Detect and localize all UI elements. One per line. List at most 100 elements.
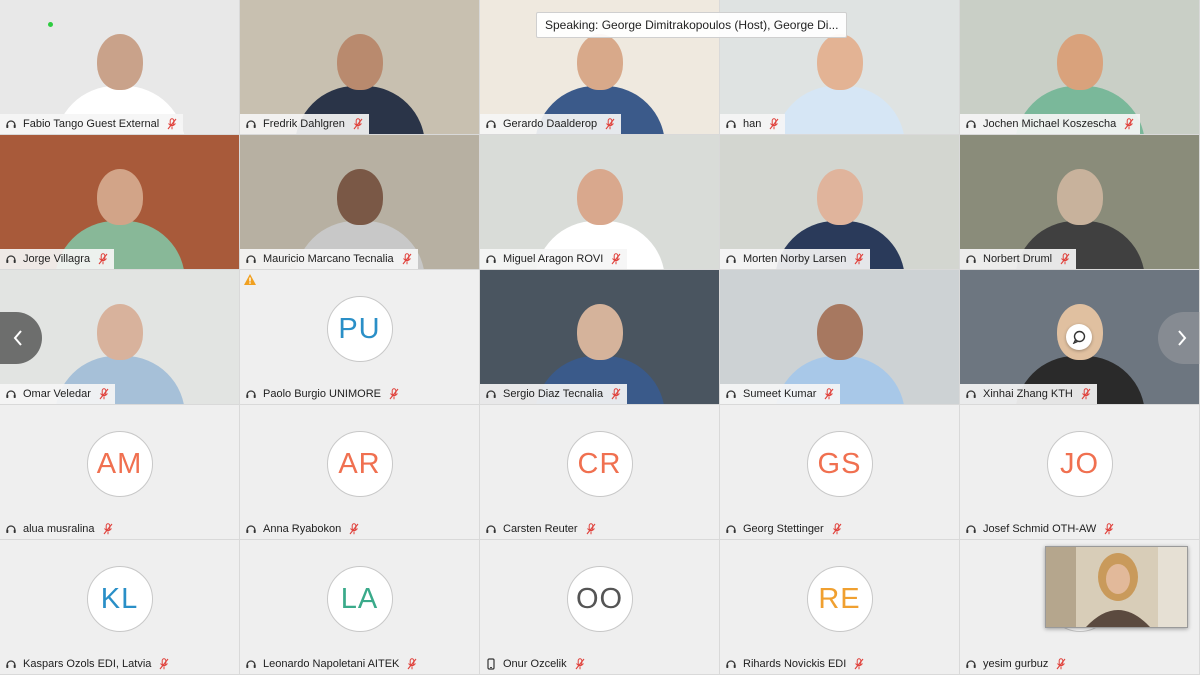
headset-icon: [246, 525, 256, 533]
participant-silhouette-head: [576, 34, 623, 90]
headset-icon: [966, 390, 976, 398]
headset-icon: [486, 255, 496, 263]
participant-tile[interactable]: AR Anna Ryabokon: [240, 405, 479, 539]
participant-tile[interactable]: Fredrik Dahlgren: [240, 0, 479, 134]
participant-name-bar: Miguel Aragon ROVI: [480, 249, 628, 269]
participant-tile[interactable]: JO Josef Schmid OTH-AW: [960, 405, 1199, 539]
participant-tile[interactable]: Morten Norby Larsen: [720, 135, 959, 269]
participant-tile[interactable]: Jochen Michael Koszescha: [960, 0, 1199, 134]
chevron-right-icon: [1178, 330, 1187, 346]
participant-avatar: CR: [566, 431, 633, 497]
participant-name: Omar Veledar: [23, 388, 91, 400]
participant-name-bar: yesim gurbuz: [960, 654, 1072, 674]
participant-name: Georg Stettinger: [743, 523, 824, 535]
participant-tile[interactable]: CR Carsten Reuter: [480, 405, 719, 539]
participant-tile[interactable]: Fabio Tango Guest External: [0, 0, 239, 134]
participant-name-bar: Paolo Burgio UNIMORE: [240, 384, 405, 404]
microphone-muted-icon: [611, 253, 621, 265]
participant-name-bar: Gerardo Daalderop: [480, 114, 622, 134]
headset-icon: [246, 390, 256, 398]
participant-tile[interactable]: RE Rihards Novickis EDI: [720, 540, 959, 674]
participant-name-bar: Rihards Novickis EDI: [720, 654, 870, 674]
participant-avatar: OO: [566, 566, 633, 632]
microphone-muted-icon: [159, 658, 169, 670]
participant-tile[interactable]: Miguel Aragon ROVI: [480, 135, 719, 269]
microphone-muted-icon: [389, 388, 399, 400]
headset-icon: [6, 390, 16, 398]
microphone-muted-icon: [1124, 118, 1134, 130]
microphone-muted-icon: [1104, 523, 1114, 535]
chat-bubble-icon: [1072, 330, 1086, 344]
microphone-muted-icon: [611, 388, 621, 400]
participant-name: Morten Norby Larsen: [743, 253, 847, 265]
participant-name: Mauricio Marcano Tecnalia: [263, 253, 394, 265]
participant-tile[interactable]: GS Georg Stettinger: [720, 405, 959, 539]
microphone-muted-icon: [167, 118, 177, 130]
participant-tile[interactable]: KL Kaspars Ozols EDI, Latvia: [0, 540, 239, 674]
headset-icon: [966, 255, 976, 263]
microphone-muted-icon: [349, 523, 359, 535]
participant-name-bar: Kaspars Ozols EDI, Latvia: [0, 654, 175, 674]
microphone-muted-icon: [1081, 388, 1091, 400]
participant-silhouette-head: [96, 169, 143, 225]
participant-name: Kaspars Ozols EDI, Latvia: [23, 658, 152, 670]
headset-icon: [726, 390, 736, 398]
participant-name: Leonardo Napoletani AITEK: [263, 658, 400, 670]
headset-icon: [486, 525, 496, 533]
participant-tile[interactable]: OO Onur Ozcelik: [480, 540, 719, 674]
participant-name: han: [743, 118, 762, 130]
participant-tile[interactable]: PU Paolo Burgio UNIMORE: [240, 270, 479, 404]
microphone-muted-icon: [854, 253, 864, 265]
participant-name-bar: Anna Ryabokon: [240, 519, 365, 539]
participant-name: Anna Ryabokon: [263, 523, 342, 535]
participant-name: Rihards Novickis EDI: [743, 658, 847, 670]
participant-name-bar: Fabio Tango Guest External: [0, 114, 184, 134]
headset-icon: [246, 660, 256, 668]
participant-name-bar: Georg Stettinger: [720, 519, 848, 539]
participant-tile[interactable]: Mauricio Marcano Tecnalia: [240, 135, 479, 269]
microphone-muted-icon: [407, 658, 417, 670]
participant-silhouette-head: [816, 304, 863, 360]
participant-name-bar: Leonardo Napoletani AITEK: [240, 654, 423, 674]
microphone-muted-icon: [832, 523, 842, 535]
participant-name: Paolo Burgio UNIMORE: [263, 388, 381, 400]
warning-icon: [244, 274, 256, 285]
participant-name-bar: han: [720, 114, 786, 134]
chat-button[interactable]: [1066, 324, 1092, 350]
participant-silhouette-head: [1056, 169, 1103, 225]
participant-tile[interactable]: AM alua musralina: [0, 405, 239, 539]
participant-name: Onur Ozcelik: [503, 658, 567, 670]
participant-name-bar: Norbert Druml: [960, 249, 1077, 269]
participant-avatar: JO: [1046, 431, 1113, 497]
participant-name: Xinhai Zhang KTH: [983, 388, 1073, 400]
participant-tile[interactable]: Jorge Villagra: [0, 135, 239, 269]
participant-name: yesim gurbuz: [983, 658, 1049, 670]
participant-tile[interactable]: Norbert Druml: [960, 135, 1199, 269]
headset-icon: [486, 120, 496, 128]
headset-icon: [6, 120, 16, 128]
video-grid: Fabio Tango Guest External Fredrik Dahlgr…: [0, 0, 1200, 675]
participant-avatar: RE: [806, 566, 873, 632]
participant-tile[interactable]: LA Leonardo Napoletani AITEK: [240, 540, 479, 674]
participant-name-bar: Josef Schmid OTH-AW: [960, 519, 1120, 539]
participant-name-bar: Omar Veledar: [0, 384, 115, 404]
speaking-banner: Speaking: George Dimitrakopoulos (Host),…: [536, 12, 848, 38]
microphone-muted-icon: [98, 253, 108, 265]
speaking-banner-text: Speaking: George Dimitrakopoulos (Host),…: [545, 18, 839, 32]
participant-tile[interactable]: Sumeet Kumar: [720, 270, 959, 404]
participant-name: Carsten Reuter: [503, 523, 578, 535]
microphone-muted-icon: [1056, 658, 1066, 670]
headset-icon: [726, 525, 736, 533]
participant-tile[interactable]: Sergio Diaz Tecnalia: [480, 270, 719, 404]
microphone-muted-icon: [586, 523, 596, 535]
headset-icon: [726, 120, 736, 128]
self-view-video[interactable]: [1045, 546, 1188, 628]
microphone-muted-icon: [353, 118, 363, 130]
participant-name: alua musralina: [23, 523, 95, 535]
participant-silhouette-head: [576, 304, 623, 360]
participant-silhouette-head: [336, 169, 383, 225]
participant-name-bar: alua musralina: [0, 519, 119, 539]
headset-icon: [6, 660, 16, 668]
participant-silhouette-head: [576, 169, 623, 225]
microphone-muted-icon: [605, 118, 615, 130]
